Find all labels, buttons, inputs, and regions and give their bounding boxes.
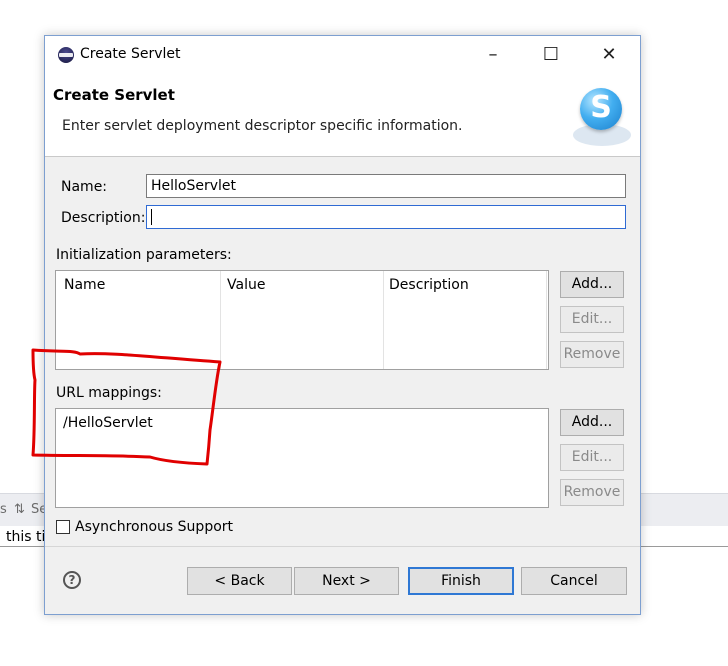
footer-separator [45,546,640,547]
close-button[interactable]: ✕ [581,36,637,74]
next-button[interactable]: Next > [294,567,399,595]
servlet-logo-icon: S [580,88,622,130]
name-label: Name: [61,179,108,195]
description-label: Description: [61,210,146,226]
column-header-name: Name [64,277,106,293]
async-support-label[interactable]: Asynchronous Support [75,519,233,535]
init-params-label: Initialization parameters: [56,247,232,263]
minimize-button[interactable]: – [465,36,521,74]
maximize-button[interactable]: ☐ [523,36,579,74]
column-header-value: Value [227,277,266,293]
url-mappings-label: URL mappings: [56,385,162,401]
background-text: this ti [6,529,46,545]
name-field[interactable]: HelloServlet [146,174,626,198]
window-title: Create Servlet [80,46,181,62]
column-name[interactable]: Name [56,271,221,369]
column-header-description: Description [389,277,469,293]
async-support-checkbox[interactable] [56,520,70,534]
background-tab-icon: ⇅ [14,502,25,517]
init-params-edit-button[interactable]: Edit... [560,306,624,333]
column-value[interactable]: Value [221,271,384,369]
finish-button[interactable]: Finish [408,567,514,595]
background-tab-fragment: s [0,502,7,517]
description-field[interactable] [146,205,626,229]
page-description: Enter servlet deployment descriptor spec… [62,118,463,134]
init-params-add-button[interactable]: Add... [560,271,624,298]
url-mappings-remove-button[interactable]: Remove [560,479,624,506]
text-caret [151,209,152,225]
title-bar[interactable]: Create Servlet – ☐ ✕ [45,36,640,74]
url-mappings-list[interactable]: /HelloServlet [55,408,549,508]
eclipse-icon [58,47,74,63]
help-icon[interactable]: ? [63,571,81,589]
back-button[interactable]: < Back [187,567,292,595]
create-servlet-dialog: Create Servlet – ☐ ✕ Create Servlet Ente… [44,35,641,615]
url-mapping-item[interactable]: /HelloServlet [63,415,153,431]
init-params-remove-button[interactable]: Remove [560,341,624,368]
init-params-table[interactable]: Name Value Description [55,270,549,370]
column-description[interactable]: Description [384,271,547,369]
cancel-button[interactable]: Cancel [521,567,627,595]
wizard-banner: Create Servlet Enter servlet deployment … [45,74,640,157]
page-title: Create Servlet [53,86,175,104]
url-mappings-add-button[interactable]: Add... [560,409,624,436]
url-mappings-edit-button[interactable]: Edit... [560,444,624,471]
